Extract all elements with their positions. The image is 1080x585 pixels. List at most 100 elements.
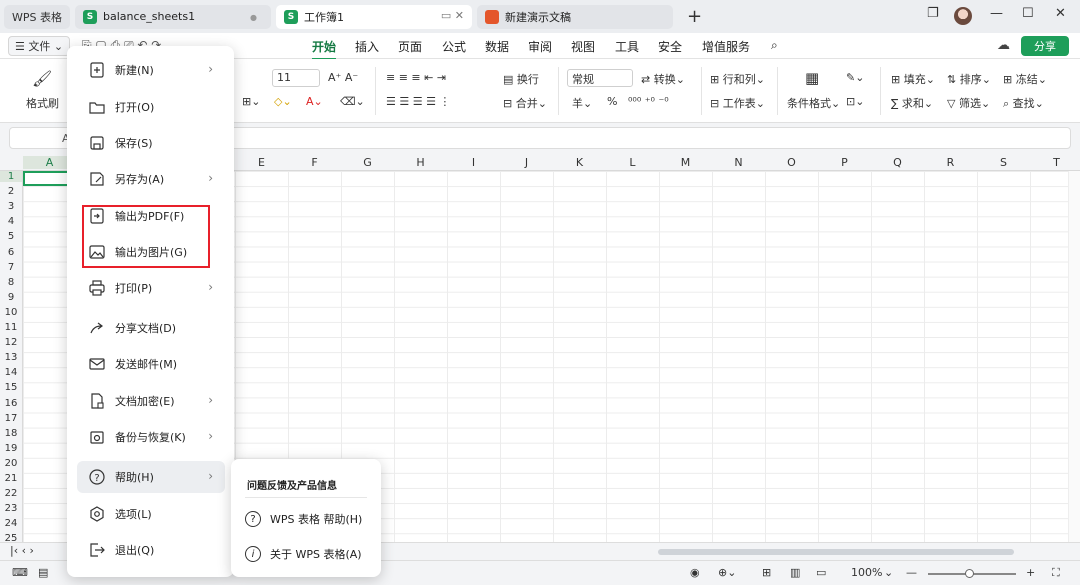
tab-value-added[interactable]: 增值服务 <box>702 38 750 55</box>
row-header[interactable]: 24 <box>0 518 22 529</box>
row-header[interactable]: 7 <box>0 262 22 273</box>
zoom-out-button[interactable]: — <box>906 566 917 579</box>
row-header[interactable]: 23 <box>0 503 22 514</box>
app-tab[interactable]: WPS 表格 <box>4 4 70 29</box>
window-layout-icon[interactable]: ❐ <box>927 6 939 21</box>
cell-style-icon[interactable]: ✎⌄ <box>846 71 864 84</box>
percent-button[interactable]: % <box>607 95 617 108</box>
number-format-select[interactable]: 常规 <box>567 69 633 87</box>
column-header[interactable]: S <box>977 156 1030 169</box>
tab-security[interactable]: 安全 <box>658 38 682 55</box>
column-header[interactable]: O <box>765 156 818 169</box>
row-header[interactable]: 19 <box>0 443 22 454</box>
file-menu-item[interactable]: 选项(L) <box>77 498 225 530</box>
tab-data[interactable]: 数据 <box>485 38 509 55</box>
column-header[interactable]: Q <box>871 156 924 169</box>
font-grow-icon[interactable]: A⁺ A⁻ <box>328 71 358 84</box>
cell-border-icon[interactable]: ⊡⌄ <box>846 95 864 108</box>
row-header[interactable]: 16 <box>0 398 22 409</box>
page-view-icon[interactable]: ▥ <box>790 566 800 579</box>
file-menu-item[interactable]: 打印(P) › <box>77 272 225 304</box>
horizontal-scrollbar[interactable] <box>658 549 1014 555</box>
tab-home[interactable]: 开始 <box>312 38 337 60</box>
wps-help-item[interactable]: ? WPS 表格 帮助(H) <box>245 508 362 530</box>
column-header[interactable]: M <box>659 156 712 169</box>
merge-button[interactable]: ⊟ 合并⌄ <box>503 95 547 111</box>
about-wps-item[interactable]: i 关于 WPS 表格(A) <box>245 543 362 565</box>
tab-close-icon[interactable]: ▭ ✕ <box>441 9 464 22</box>
row-header[interactable]: 21 <box>0 473 22 484</box>
row-header[interactable]: 4 <box>0 216 22 227</box>
column-header[interactable]: E <box>235 156 288 169</box>
column-header[interactable]: G <box>341 156 394 169</box>
row-header[interactable]: 12 <box>0 337 22 348</box>
row-header[interactable]: 25 <box>0 533 22 542</box>
zoom-dropdown-icon[interactable]: ⌄ <box>884 566 893 579</box>
status-settings-icon[interactable]: ▤ <box>38 566 48 579</box>
column-header[interactable]: L <box>606 156 659 169</box>
row-header[interactable]: 20 <box>0 458 22 469</box>
align-top-icon[interactable]: ≡ ≡ ≡ ⇤ ⇥ <box>386 71 446 84</box>
row-header[interactable]: 17 <box>0 413 22 424</box>
column-header[interactable]: J <box>500 156 553 169</box>
file-menu-button[interactable]: ☰ 文件 ⌄ <box>8 36 71 56</box>
cloud-icon[interactable]: ☁ <box>997 38 1010 53</box>
column-header[interactable]: R <box>924 156 977 169</box>
column-header[interactable]: P <box>818 156 871 169</box>
search-icon[interactable]: ⌕ <box>771 38 778 53</box>
font-color-icon[interactable]: A⌄ <box>306 95 323 108</box>
tab-insert[interactable]: 插入 <box>355 38 379 55</box>
sort-button[interactable]: ⇅ 排序⌄ <box>947 71 991 87</box>
tab-formula[interactable]: 公式 <box>442 38 466 55</box>
row-header[interactable]: 15 <box>0 382 22 393</box>
column-header[interactable]: K <box>553 156 606 169</box>
zoom-in-button[interactable]: + <box>1026 566 1035 579</box>
row-header[interactable]: 1 <box>0 171 22 182</box>
maximize-button[interactable]: ☐ <box>1022 6 1034 21</box>
decimal-icons[interactable]: ⁰⁰⁰ ⁺⁰ ⁻⁰ <box>628 95 669 108</box>
font-size-select[interactable]: 11 <box>272 69 320 87</box>
row-header[interactable]: 13 <box>0 352 22 363</box>
eye-protect-icon[interactable]: ◉ <box>690 566 700 579</box>
row-header[interactable]: 6 <box>0 247 22 258</box>
file-menu-item[interactable]: 文档加密(E) › <box>77 385 225 417</box>
row-header[interactable]: 22 <box>0 488 22 499</box>
cond-format-icon[interactable]: ▦ <box>805 69 819 87</box>
share-button[interactable]: 分享 <box>1021 36 1069 56</box>
tab-new-presentation[interactable]: 新建演示文稿 <box>477 4 673 29</box>
freeze-button[interactable]: ⊞ 冻结⌄ <box>1003 71 1047 87</box>
column-header[interactable]: I <box>447 156 500 169</box>
file-menu-item[interactable]: 退出(Q) <box>77 534 225 566</box>
file-menu-item[interactable]: 打开(O) <box>77 91 225 123</box>
avatar[interactable] <box>954 7 972 25</box>
row-header[interactable]: 3 <box>0 201 22 212</box>
row-header[interactable]: 2 <box>0 186 22 197</box>
row-header[interactable]: 11 <box>0 322 22 333</box>
tab-view[interactable]: 视图 <box>571 38 595 55</box>
row-header[interactable]: 5 <box>0 231 22 242</box>
column-header[interactable]: F <box>288 156 341 169</box>
column-header[interactable]: T <box>1030 156 1080 169</box>
fullscreen-icon[interactable]: ⛶ <box>1052 566 1060 580</box>
close-button[interactable]: ✕ <box>1055 6 1066 21</box>
tab-review[interactable]: 审阅 <box>528 38 552 55</box>
file-menu-item[interactable]: 另存为(A) › <box>77 163 225 195</box>
worksheet-button[interactable]: ⊟ 工作表⌄ <box>710 95 765 111</box>
tab-workbook1[interactable]: S 工作簿1 ▭ ✕ <box>276 4 472 29</box>
row-header[interactable]: 10 <box>0 307 22 318</box>
fill-button[interactable]: ⊞ 填充⌄ <box>891 71 935 87</box>
cell-mode-icon[interactable]: ⊕⌄ <box>718 566 736 579</box>
currency-button[interactable]: 羊⌄ <box>572 95 592 111</box>
minimize-button[interactable]: — <box>990 6 1003 21</box>
wrap-button[interactable]: ▤ 换行 <box>503 71 539 87</box>
sum-button[interactable]: ∑ 求和⌄ <box>891 95 933 111</box>
file-menu-item[interactable]: 备份与恢复(K) › <box>77 421 225 453</box>
sheet-nav-icons[interactable]: |‹ ‹ › <box>10 544 34 557</box>
cond-format-button[interactable]: 条件格式⌄ <box>787 95 840 111</box>
new-tab-button[interactable]: + <box>687 6 702 27</box>
column-header[interactable]: H <box>394 156 447 169</box>
row-header[interactable]: 14 <box>0 367 22 378</box>
row-header[interactable]: 9 <box>0 292 22 303</box>
format-painter-button[interactable]: 格式刷 <box>26 95 59 111</box>
zoom-slider-handle[interactable] <box>965 569 974 578</box>
